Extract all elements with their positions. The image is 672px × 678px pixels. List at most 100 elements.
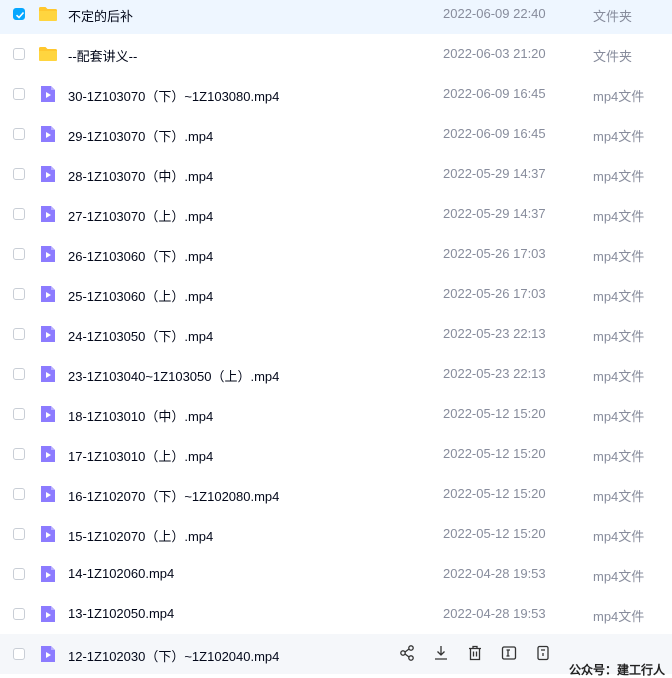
file-type: mp4文件: [593, 289, 645, 304]
video-file-icon: [38, 164, 58, 184]
file-name[interactable]: 27-1Z103070（上）.mp4: [68, 206, 213, 225]
file-type: mp4文件: [593, 409, 645, 424]
file-row[interactable]: 29-1Z103070（下）.mp4 2022-06-09 16:45 mp4文…: [0, 114, 672, 154]
file-date: 2022-05-12 15:20: [443, 406, 546, 421]
video-file-icon: [38, 364, 58, 384]
video-file-icon: [38, 284, 58, 304]
file-row[interactable]: 16-1Z102070（下）~1Z102080.mp4 2022-05-12 1…: [0, 474, 672, 514]
file-name[interactable]: 23-1Z103040~1Z103050（上）.mp4: [68, 366, 279, 385]
file-type: mp4文件: [593, 529, 645, 544]
file-date: 2022-04-28 19:53: [443, 566, 546, 581]
row-checkbox[interactable]: [13, 288, 25, 300]
row-checkbox[interactable]: [13, 88, 25, 100]
row-actions: [398, 644, 568, 664]
file-row[interactable]: 24-1Z103050（下）.mp4 2022-05-23 22:13 mp4文…: [0, 314, 672, 354]
file-row[interactable]: 18-1Z103010（中）.mp4 2022-05-12 15:20 mp4文…: [0, 394, 672, 434]
video-file-icon: [38, 84, 58, 104]
file-date: 2022-05-12 15:20: [443, 526, 546, 541]
video-file-icon: [38, 124, 58, 144]
file-type: mp4文件: [593, 489, 645, 504]
file-date: 2022-05-26 17:03: [443, 286, 546, 301]
file-name[interactable]: 29-1Z103070（下）.mp4: [68, 126, 213, 145]
row-checkbox[interactable]: [13, 128, 25, 140]
file-row[interactable]: 26-1Z103060（下）.mp4 2022-05-26 17:03 mp4文…: [0, 234, 672, 274]
file-name[interactable]: 25-1Z103060（上）.mp4: [68, 286, 213, 305]
file-date: 2022-04-28 19:53: [443, 606, 546, 621]
file-row[interactable]: 不定的后补 2022-06-09 22:40 文件夹: [0, 0, 672, 34]
file-type: mp4文件: [593, 369, 645, 384]
file-name[interactable]: 16-1Z102070（下）~1Z102080.mp4: [68, 486, 279, 505]
file-row[interactable]: --配套讲义-- 2022-06-03 21:20 文件夹: [0, 34, 672, 74]
file-type: mp4文件: [593, 329, 645, 344]
file-name[interactable]: 13-1Z102050.mp4: [68, 606, 174, 621]
file-type: 文件夹: [593, 49, 633, 64]
row-checkbox[interactable]: [13, 648, 25, 660]
row-checkbox[interactable]: [13, 568, 25, 580]
file-type: mp4文件: [593, 89, 645, 104]
file-date: 2022-05-26 17:03: [443, 246, 546, 261]
row-checkbox[interactable]: [13, 608, 25, 620]
file-type: mp4文件: [593, 129, 645, 144]
file-row[interactable]: 15-1Z102070（上）.mp4 2022-05-12 15:20 mp4文…: [0, 514, 672, 554]
file-type: mp4文件: [593, 609, 645, 624]
video-file-icon: [38, 324, 58, 344]
file-type: mp4文件: [593, 449, 645, 464]
file-date: 2022-06-09 16:45: [443, 86, 546, 101]
file-row[interactable]: 14-1Z102060.mp4 2022-04-28 19:53 mp4文件: [0, 554, 672, 594]
row-checkbox[interactable]: [13, 368, 25, 380]
row-checkbox[interactable]: [13, 528, 25, 540]
row-checkbox[interactable]: [13, 328, 25, 340]
file-name[interactable]: 24-1Z103050（下）.mp4: [68, 326, 213, 345]
folder-icon: [38, 44, 58, 64]
video-file-icon: [38, 564, 58, 584]
file-name[interactable]: 30-1Z103070（下）~1Z103080.mp4: [68, 86, 279, 105]
file-row[interactable]: 23-1Z103040~1Z103050（上）.mp4 2022-05-23 2…: [0, 354, 672, 394]
row-checkbox[interactable]: [13, 488, 25, 500]
file-row[interactable]: 28-1Z103070（中）.mp4 2022-05-29 14:37 mp4文…: [0, 154, 672, 194]
rename-icon[interactable]: [500, 644, 518, 662]
file-row[interactable]: 27-1Z103070（上）.mp4 2022-05-29 14:37 mp4文…: [0, 194, 672, 234]
row-checkbox[interactable]: [13, 408, 25, 420]
video-file-icon: [38, 444, 58, 464]
file-name[interactable]: 26-1Z103060（下）.mp4: [68, 246, 213, 265]
file-date: 2022-05-12 15:20: [443, 486, 546, 501]
delete-icon[interactable]: [466, 644, 484, 662]
row-checkbox[interactable]: [13, 8, 25, 20]
download-icon[interactable]: [432, 644, 450, 662]
file-name[interactable]: 15-1Z102070（上）.mp4: [68, 526, 213, 545]
file-type: 文件夹: [593, 9, 633, 24]
file-type: mp4文件: [593, 209, 645, 224]
row-checkbox[interactable]: [13, 168, 25, 180]
file-name[interactable]: --配套讲义--: [68, 46, 137, 65]
more-icon[interactable]: [534, 644, 552, 662]
row-checkbox[interactable]: [13, 48, 25, 60]
file-row[interactable]: 13-1Z102050.mp4 2022-04-28 19:53 mp4文件: [0, 594, 672, 634]
file-name[interactable]: 18-1Z103010（中）.mp4: [68, 406, 213, 425]
video-file-icon: [38, 404, 58, 424]
file-name[interactable]: 14-1Z102060.mp4: [68, 566, 174, 581]
row-checkbox[interactable]: [13, 208, 25, 220]
row-checkbox[interactable]: [13, 248, 25, 260]
file-type: mp4文件: [593, 249, 645, 264]
file-name[interactable]: 12-1Z102030（下）~1Z102040.mp4: [68, 646, 279, 665]
file-date: 2022-05-23 22:13: [443, 366, 546, 381]
file-row[interactable]: 30-1Z103070（下）~1Z103080.mp4 2022-06-09 1…: [0, 74, 672, 114]
row-checkbox[interactable]: [13, 448, 25, 460]
file-name[interactable]: 17-1Z103010（上）.mp4: [68, 446, 213, 465]
file-type: mp4文件: [593, 169, 645, 184]
file-date: 2022-06-09 22:40: [443, 6, 546, 21]
file-row[interactable]: 25-1Z103060（上）.mp4 2022-05-26 17:03 mp4文…: [0, 274, 672, 314]
file-date: 2022-05-23 22:13: [443, 326, 546, 341]
video-file-icon: [38, 484, 58, 504]
file-row[interactable]: 17-1Z103010（上）.mp4 2022-05-12 15:20 mp4文…: [0, 434, 672, 474]
file-name[interactable]: 28-1Z103070（中）.mp4: [68, 166, 213, 185]
watermark: 公众号：建工行人: [569, 663, 666, 677]
file-date: 2022-06-03 21:20: [443, 46, 546, 61]
share-icon[interactable]: [398, 644, 416, 662]
file-date: 2022-05-29 14:37: [443, 206, 546, 221]
file-date: 2022-05-12 15:20: [443, 446, 546, 461]
video-file-icon: [38, 524, 58, 544]
video-file-icon: [38, 204, 58, 224]
file-name[interactable]: 不定的后补: [68, 6, 133, 25]
file-date: 2022-06-09 16:45: [443, 126, 546, 141]
